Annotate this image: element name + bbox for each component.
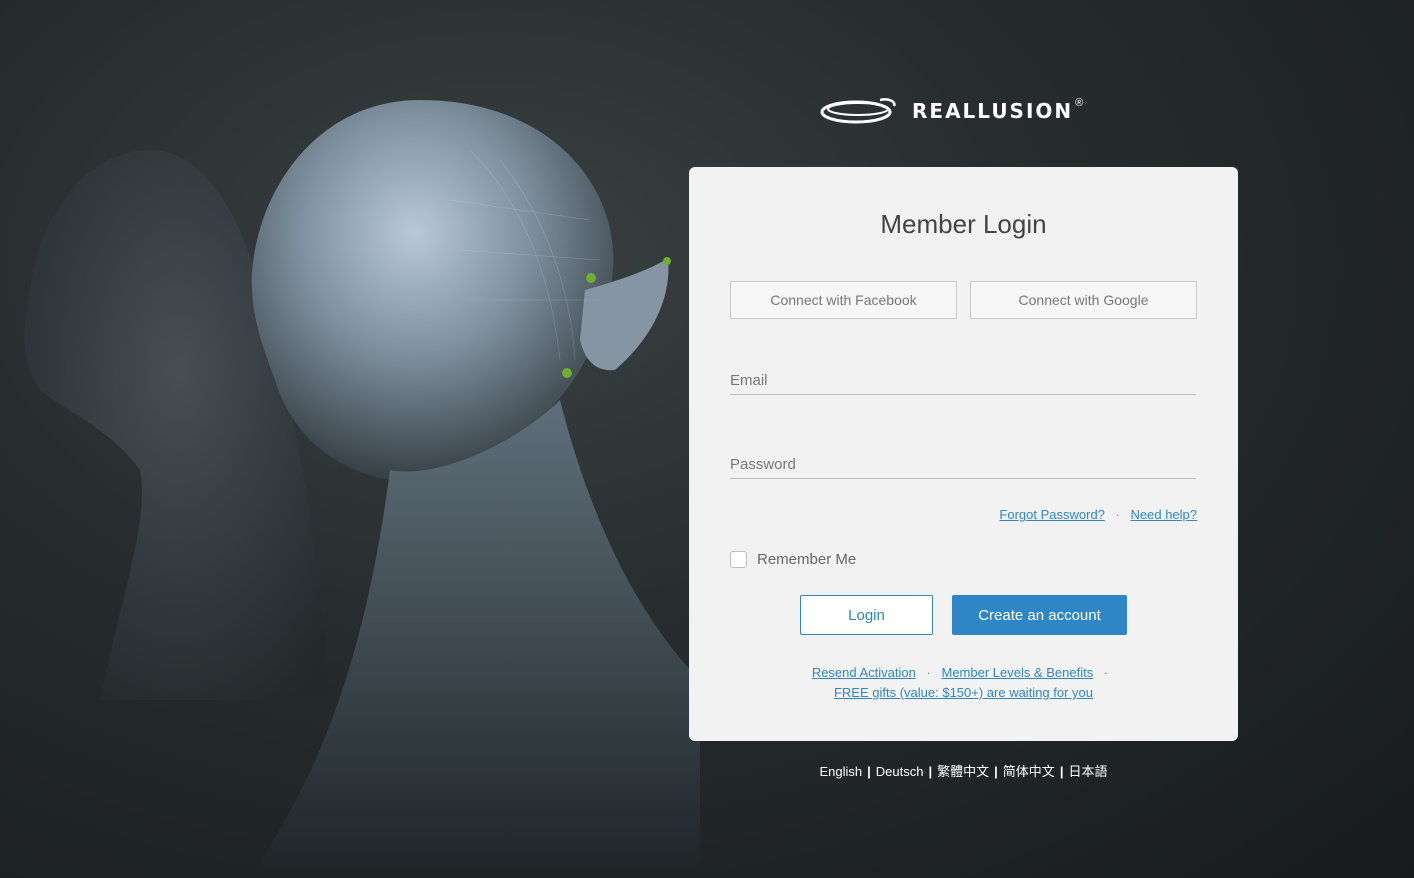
member-levels-link[interactable]: Member Levels & Benefits [941, 665, 1093, 680]
email-field[interactable] [730, 366, 1196, 395]
language-traditional-chinese[interactable]: 繁體中文 [937, 764, 989, 779]
help-links: Forgot Password? · Need help? [999, 507, 1197, 522]
free-gifts-link[interactable]: FREE gifts (value: $150+) are waiting fo… [834, 685, 1093, 700]
connect-google-button[interactable]: Connect with Google [970, 281, 1197, 319]
login-button[interactable]: Login [800, 595, 933, 635]
reallusion-logo-icon [820, 98, 896, 124]
password-field[interactable] [730, 450, 1196, 479]
account-links: Resend Activation · Member Levels & Bene… [689, 663, 1238, 703]
language-english[interactable]: English [820, 764, 863, 779]
brand-logo[interactable]: REALLUSION ® [820, 94, 1083, 128]
separator: · [1115, 507, 1120, 522]
language-japanese[interactable]: 日本語 [1068, 764, 1107, 779]
remember-me-checkbox[interactable] [730, 551, 747, 568]
remember-me[interactable]: Remember Me [730, 551, 856, 568]
separator: · [1103, 665, 1109, 680]
language-divider: | [928, 764, 933, 779]
language-divider: | [1059, 764, 1064, 779]
brand-name: REALLUSION [912, 99, 1074, 123]
language-selector: English | Deutsch | 繁體中文 | 简体中文 | 日本語 [689, 761, 1238, 780]
login-card: Member Login Connect with Facebook Conne… [689, 167, 1238, 741]
create-account-button[interactable]: Create an account [952, 595, 1127, 635]
registered-mark: ® [1075, 97, 1084, 109]
language-simplified-chinese[interactable]: 简体中文 [1003, 764, 1055, 779]
hero-artwork [24, 100, 700, 878]
language-divider: | [994, 764, 998, 779]
language-deutsch[interactable]: Deutsch [876, 764, 924, 779]
remember-me-label: Remember Me [757, 551, 857, 568]
connect-facebook-button[interactable]: Connect with Facebook [730, 281, 957, 319]
resend-activation-link[interactable]: Resend Activation [812, 665, 916, 680]
language-divider: | [867, 764, 871, 779]
need-help-link[interactable]: Need help? [1131, 507, 1198, 522]
forgot-password-link[interactable]: Forgot Password? [999, 507, 1105, 522]
page-title: Member Login [880, 209, 1047, 239]
separator: · [926, 665, 931, 680]
